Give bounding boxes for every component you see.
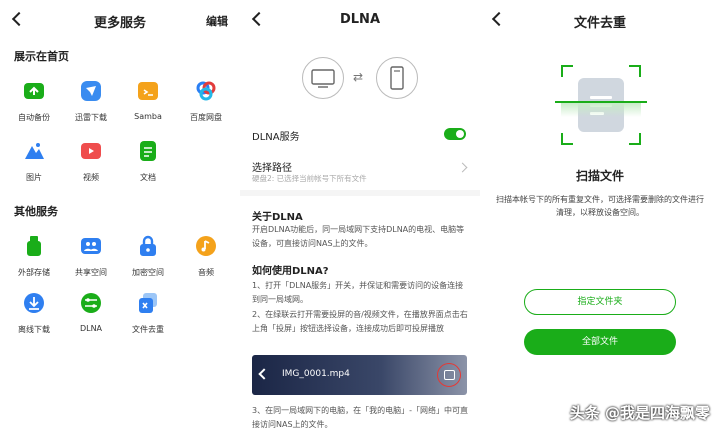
service-photos[interactable]: 图片 xyxy=(10,140,58,183)
top-bar: 更多服务 编辑 xyxy=(0,0,240,38)
dedupe-screen: 文件去重 扫描文件 扫描本帐号下的所有重复文件，可选择需要删除的文件进行清理，以… xyxy=(480,0,720,442)
about-title: 关于DLNA xyxy=(252,212,303,223)
dlna-help-section: 关于DLNA 开启DLNA功能后，同一局域网下支持DLNA的电视、电脑等设备，可… xyxy=(240,196,480,442)
video-preview: IMG_0001.mp4 xyxy=(252,355,467,395)
section-title-home: 展示在首页 xyxy=(14,50,69,63)
step-1-text: 1、打开「DLNA服务」开关，并保证和需要访问的设备连接到同一局域网。 xyxy=(252,281,464,304)
service-dlna[interactable]: DLNA xyxy=(67,292,115,333)
scan-corner xyxy=(561,133,573,145)
service-auto-backup[interactable]: 自动备份 xyxy=(10,80,58,123)
step-3-text: 3、在同一局域网下的电脑，在「我的电脑」-「网络」中可直接访问NAS上的文件。 xyxy=(252,406,468,429)
select-folder-button[interactable]: 指定文件夹 xyxy=(524,289,676,315)
scan-description: 扫描本帐号下的所有重复文件，可选择需要删除的文件进行清理，以释放设备空间。 xyxy=(496,195,704,217)
dlna-header: DLNA ⇄ xyxy=(240,0,480,118)
thunder-download-icon xyxy=(80,81,102,106)
document-icon xyxy=(137,141,159,166)
service-label: Samba xyxy=(134,112,162,121)
page-title: DLNA xyxy=(339,12,380,27)
service-label: 离线下载 xyxy=(18,325,50,334)
offline-download-icon xyxy=(23,293,45,318)
service-encrypted-space[interactable]: 加密空间 xyxy=(124,235,172,278)
service-document[interactable]: 文档 xyxy=(124,140,172,183)
dedupe-icon xyxy=(137,293,159,318)
scan-line xyxy=(555,101,647,103)
service-label: 外部存储 xyxy=(18,268,50,277)
service-dedupe[interactable]: 文件去重 xyxy=(124,292,172,335)
service-label: 自动备份 xyxy=(18,113,50,122)
service-label: 文档 xyxy=(140,173,156,182)
dlna-screen: DLNA ⇄ DLNA服务 选择路径 硬盘2: 已选择当前帐号下所有文件 关于D… xyxy=(240,0,480,442)
service-thunder-download[interactable]: 迅雷下载 xyxy=(67,80,115,123)
cast-icon[interactable] xyxy=(437,363,461,387)
encrypted-space-icon xyxy=(137,235,159,261)
scan-corner xyxy=(561,65,573,77)
back-arrow-icon xyxy=(258,368,270,380)
audio-icon xyxy=(195,236,217,261)
scan-heading: 扫描文件 xyxy=(575,169,624,183)
dlna-service-label: DLNA服务 xyxy=(252,132,300,143)
service-baidu-netdisk[interactable]: 百度网盘 xyxy=(182,80,230,123)
external-storage-icon xyxy=(23,236,45,261)
dlna-service-toggle[interactable] xyxy=(444,128,466,140)
service-label: 百度网盘 xyxy=(190,113,222,122)
service-label: 迅雷下载 xyxy=(75,113,107,122)
select-path-label: 选择路径 xyxy=(252,163,292,174)
samba-icon xyxy=(137,82,159,106)
service-label: 音频 xyxy=(198,268,214,277)
step-2-text: 2、在绿联云打开需要投屏的音/视频文件，在播放界面点击右上角「投屏」按钮选择设备… xyxy=(252,310,468,333)
about-text: 开启DLNA功能后，同一局域网下支持DLNA的电视、电脑等设备，可直接访问NAS… xyxy=(252,225,465,248)
auto-backup-icon xyxy=(23,83,45,106)
service-offline-download[interactable]: 离线下载 xyxy=(10,292,58,335)
scan-illustration xyxy=(555,65,647,145)
service-label: DLNA xyxy=(79,324,103,333)
howto-title: 如何使用DLNA? xyxy=(252,266,329,277)
video-filename: IMG_0001.mp4 xyxy=(282,369,350,379)
service-shared-space[interactable]: 共享空间 xyxy=(67,235,115,278)
shared-space-icon xyxy=(80,238,102,261)
service-samba[interactable]: Samba xyxy=(124,80,172,121)
scan-corner xyxy=(629,65,641,77)
scan-corner xyxy=(629,133,641,145)
service-audio[interactable]: 音频 xyxy=(182,235,230,278)
video-icon xyxy=(80,143,102,166)
service-external-storage[interactable]: 外部存储 xyxy=(10,235,58,278)
service-label: 文件去重 xyxy=(132,325,164,334)
scan-glow xyxy=(561,103,641,117)
select-path-row[interactable]: 选择路径 硬盘2: 已选择当前帐号下所有文件 xyxy=(240,150,480,190)
photos-icon xyxy=(23,143,45,166)
baidu-netdisk-icon xyxy=(195,81,217,106)
service-label: 视频 xyxy=(83,173,99,182)
tv-icon xyxy=(302,57,344,99)
service-label: 图片 xyxy=(26,173,42,182)
page-title: 文件去重 xyxy=(573,16,626,31)
service-video[interactable]: 视频 xyxy=(67,140,115,183)
sync-arrows-icon: ⇄ xyxy=(353,70,364,84)
watermark: 头条 @我是四海飘零 xyxy=(569,404,710,422)
service-label: 共享空间 xyxy=(75,268,107,277)
dlna-icon xyxy=(80,293,102,318)
chevron-right-icon xyxy=(457,162,468,173)
select-path-sub: 硬盘2: 已选择当前帐号下所有文件 xyxy=(252,174,367,183)
section-title-other: 其他服务 xyxy=(14,205,58,218)
dlna-service-row: DLNA服务 xyxy=(240,118,480,150)
nas-device-icon xyxy=(376,57,418,99)
service-label: 加密空间 xyxy=(132,268,164,277)
edit-button[interactable]: 编辑 xyxy=(206,13,228,29)
all-files-button[interactable]: 全部文件 xyxy=(524,329,676,355)
more-services-screen: 更多服务 编辑 展示在首页 自动备份 迅雷下载 Samba 百度网盘 图片 视频… xyxy=(0,0,240,442)
page-title: 更多服务 xyxy=(93,16,146,31)
